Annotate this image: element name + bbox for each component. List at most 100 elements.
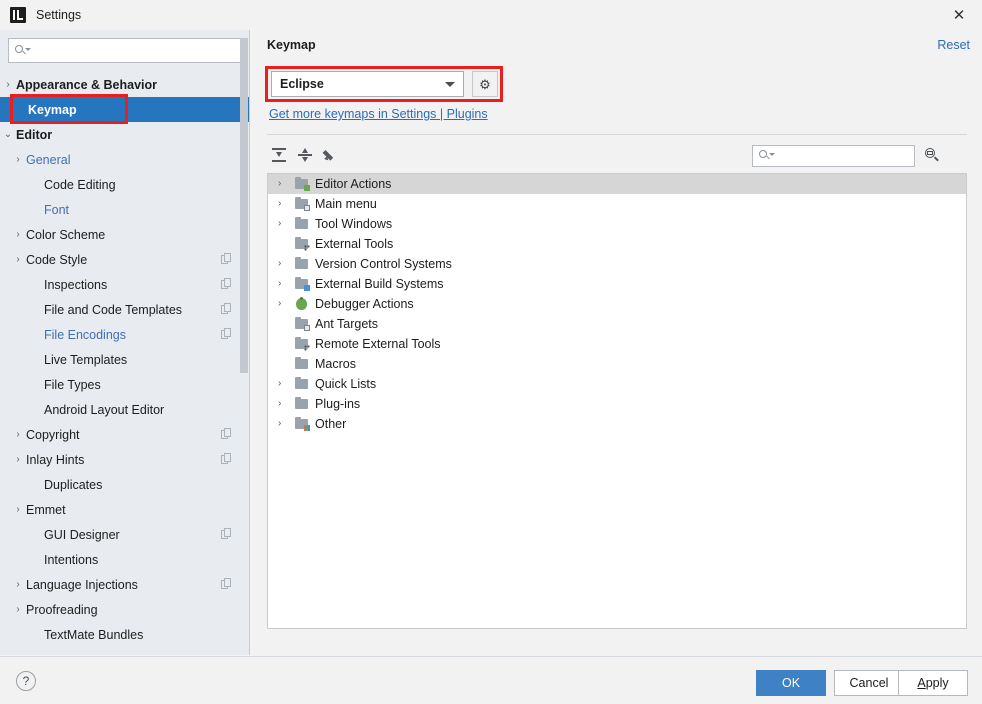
sidebar-item-color-scheme[interactable]: › Color Scheme	[0, 222, 249, 247]
chevron-right-icon[interactable]: ›	[10, 454, 26, 465]
tree-row-label: Quick Lists	[315, 377, 377, 391]
sidebar-item-textmate-bundles[interactable]: ›TextMate Bundles	[0, 622, 249, 647]
sidebar-item-gui-designer[interactable]: ›GUI Designer	[0, 522, 249, 547]
collapse-all-icon[interactable]	[293, 143, 317, 167]
pencil-edit-icon[interactable]	[319, 143, 343, 167]
chevron-right-icon[interactable]: ›	[278, 299, 294, 309]
sidebar-item-label: Emmet	[26, 502, 66, 517]
sidebar-search-input[interactable]	[33, 42, 240, 59]
chevron-right-icon[interactable]: ›	[278, 379, 294, 389]
tree-row[interactable]: ›Remote External Tools	[268, 334, 966, 354]
cancel-button[interactable]: Cancel	[834, 670, 904, 696]
tree-row[interactable]: › Quick Lists	[268, 374, 966, 394]
close-icon[interactable]: ✕	[936, 0, 982, 30]
tree-row[interactable]: › Other	[268, 414, 966, 434]
sidebar-item-label: Appearance & Behavior	[16, 77, 158, 92]
sidebar-item-inspections[interactable]: ›Inspections	[0, 272, 249, 297]
keyboard-search-icon[interactable]	[920, 143, 944, 167]
tree-row-label: Ant Targets	[315, 317, 379, 331]
intellij-idea-icon	[10, 7, 26, 23]
sidebar-item-proofreading[interactable]: › Proofreading	[0, 597, 249, 622]
chevron-right-icon[interactable]: ›	[10, 154, 26, 165]
chevron-right-icon[interactable]: ›	[278, 399, 294, 409]
sidebar-item-general[interactable]: › General	[0, 147, 249, 172]
tree-row[interactable]: › Main menu	[268, 194, 966, 214]
sidebar-search-box[interactable]	[8, 38, 241, 63]
sidebar-item-font[interactable]: ›Font	[0, 197, 249, 222]
chevron-right-icon[interactable]: ›	[10, 229, 26, 240]
tree-row[interactable]: ›External Tools	[268, 234, 966, 254]
sidebar-item-android-layout-editor[interactable]: ›Android Layout Editor	[0, 397, 249, 422]
reset-link[interactable]: Reset	[937, 38, 970, 52]
chevron-right-icon[interactable]: ›	[10, 504, 26, 515]
tree-row[interactable]: › External Build Systems	[268, 274, 966, 294]
sidebar-item-duplicates[interactable]: ›Duplicates	[0, 472, 249, 497]
sidebar-item-label: Live Templates	[44, 352, 128, 367]
tree-row-label: Tool Windows	[315, 217, 393, 231]
sidebar-item-language-injections[interactable]: › Language Injections	[0, 572, 249, 597]
tree-row-label: External Tools	[315, 237, 394, 251]
sidebar-scrollbar[interactable]	[240, 38, 248, 373]
sidebar-item-code-style[interactable]: › Code Style	[0, 247, 249, 272]
sidebar-item-todo[interactable]: ›TODO	[0, 647, 249, 656]
apply-button[interactable]: Apply	[898, 670, 968, 696]
chevron-right-icon[interactable]: ›	[278, 419, 294, 429]
page-title: Keymap	[267, 38, 316, 52]
chevron-right-icon[interactable]: ›	[278, 199, 294, 209]
tree-row[interactable]: ›Ant Targets	[268, 314, 966, 334]
tree-row[interactable]: › Debugger Actions	[268, 294, 966, 314]
sidebar-item-live-templates[interactable]: ›Live Templates	[0, 347, 249, 372]
tree-row[interactable]: › Tool Windows	[268, 214, 966, 234]
tree-row-label: Version Control Systems	[315, 257, 452, 271]
window-title: Settings	[36, 8, 82, 22]
expand-all-icon[interactable]	[267, 143, 291, 167]
copy-settings-icon	[221, 328, 232, 340]
sidebar-item-intentions[interactable]: ›Intentions	[0, 547, 249, 572]
sidebar-item-keymap[interactable]: ›Keymap	[0, 97, 249, 122]
sidebar-item-editor[interactable]: ⌄ Editor	[0, 122, 249, 147]
sidebar-item-file-types[interactable]: ›File Types	[0, 372, 249, 397]
chevron-right-icon[interactable]: ›	[278, 259, 294, 269]
window-titlebar: Settings ✕	[0, 0, 982, 30]
ok-button[interactable]: OK	[756, 670, 826, 696]
sidebar-item-appearance-behavior[interactable]: › Appearance & Behavior	[0, 72, 249, 97]
sidebar-item-copyright[interactable]: › Copyright	[0, 422, 249, 447]
tree-row-label: Remote External Tools	[315, 337, 441, 351]
sidebar-item-file-encodings[interactable]: ›File Encodings	[0, 322, 249, 347]
chevron-down-icon[interactable]: ⌄	[0, 129, 16, 140]
chevron-right-icon[interactable]: ›	[278, 279, 294, 289]
chevron-right-icon[interactable]: ›	[278, 219, 294, 229]
chevron-right-icon[interactable]: ›	[10, 579, 26, 590]
help-button[interactable]: ?	[16, 671, 36, 691]
sidebar-item-emmet[interactable]: › Emmet	[0, 497, 249, 522]
actions-search-input[interactable]	[777, 149, 935, 163]
chevron-right-icon[interactable]: ›	[10, 254, 26, 265]
sidebar-item-code-editing[interactable]: ›Code Editing	[0, 172, 249, 197]
other-icon	[294, 417, 310, 431]
sidebar-item-inlay-hints[interactable]: › Inlay Hints	[0, 447, 249, 472]
get-more-keymaps-link[interactable]: Get more keymaps in Settings | Plugins	[269, 107, 488, 121]
sidebar-item-label: Language Injections	[26, 577, 138, 592]
sidebar-item-label: Copyright	[26, 427, 80, 442]
keymap-settings-gear-button[interactable]: ⚙	[472, 71, 498, 97]
chevron-right-icon[interactable]: ›	[278, 179, 294, 189]
dialog-footer: ? OK Cancel Apply	[0, 656, 982, 704]
copy-settings-icon	[221, 253, 232, 265]
actions-search-box[interactable]	[752, 145, 935, 167]
chevron-right-icon[interactable]: ›	[10, 604, 26, 615]
copy-settings-icon	[221, 453, 232, 465]
chevron-right-icon[interactable]: ›	[10, 429, 26, 440]
tree-row[interactable]: ›Macros	[268, 354, 966, 374]
toolbar-divider	[267, 134, 967, 135]
sidebar-item-file-and-code-templates[interactable]: ›File and Code Templates	[0, 297, 249, 322]
keymap-select[interactable]: Eclipse	[271, 71, 464, 97]
settings-sidebar: ›Appearance & Behavior›Keymap⌄Editor›Gen…	[0, 30, 250, 655]
settings-content-pane: Keymap Reset Eclipse ⚙ Get more keymaps …	[251, 30, 982, 655]
copy-settings-icon	[221, 428, 232, 440]
tree-row[interactable]: › Plug-ins	[268, 394, 966, 414]
sidebar-item-label: TODO	[44, 653, 80, 656]
keymap-actions-tree[interactable]: ›Editor Actions›Main menu›Tool Windows›E…	[267, 173, 967, 629]
tree-row[interactable]: › Version Control Systems	[268, 254, 966, 274]
chevron-right-icon[interactable]: ›	[0, 79, 16, 90]
tree-row[interactable]: › Editor Actions	[268, 174, 966, 194]
